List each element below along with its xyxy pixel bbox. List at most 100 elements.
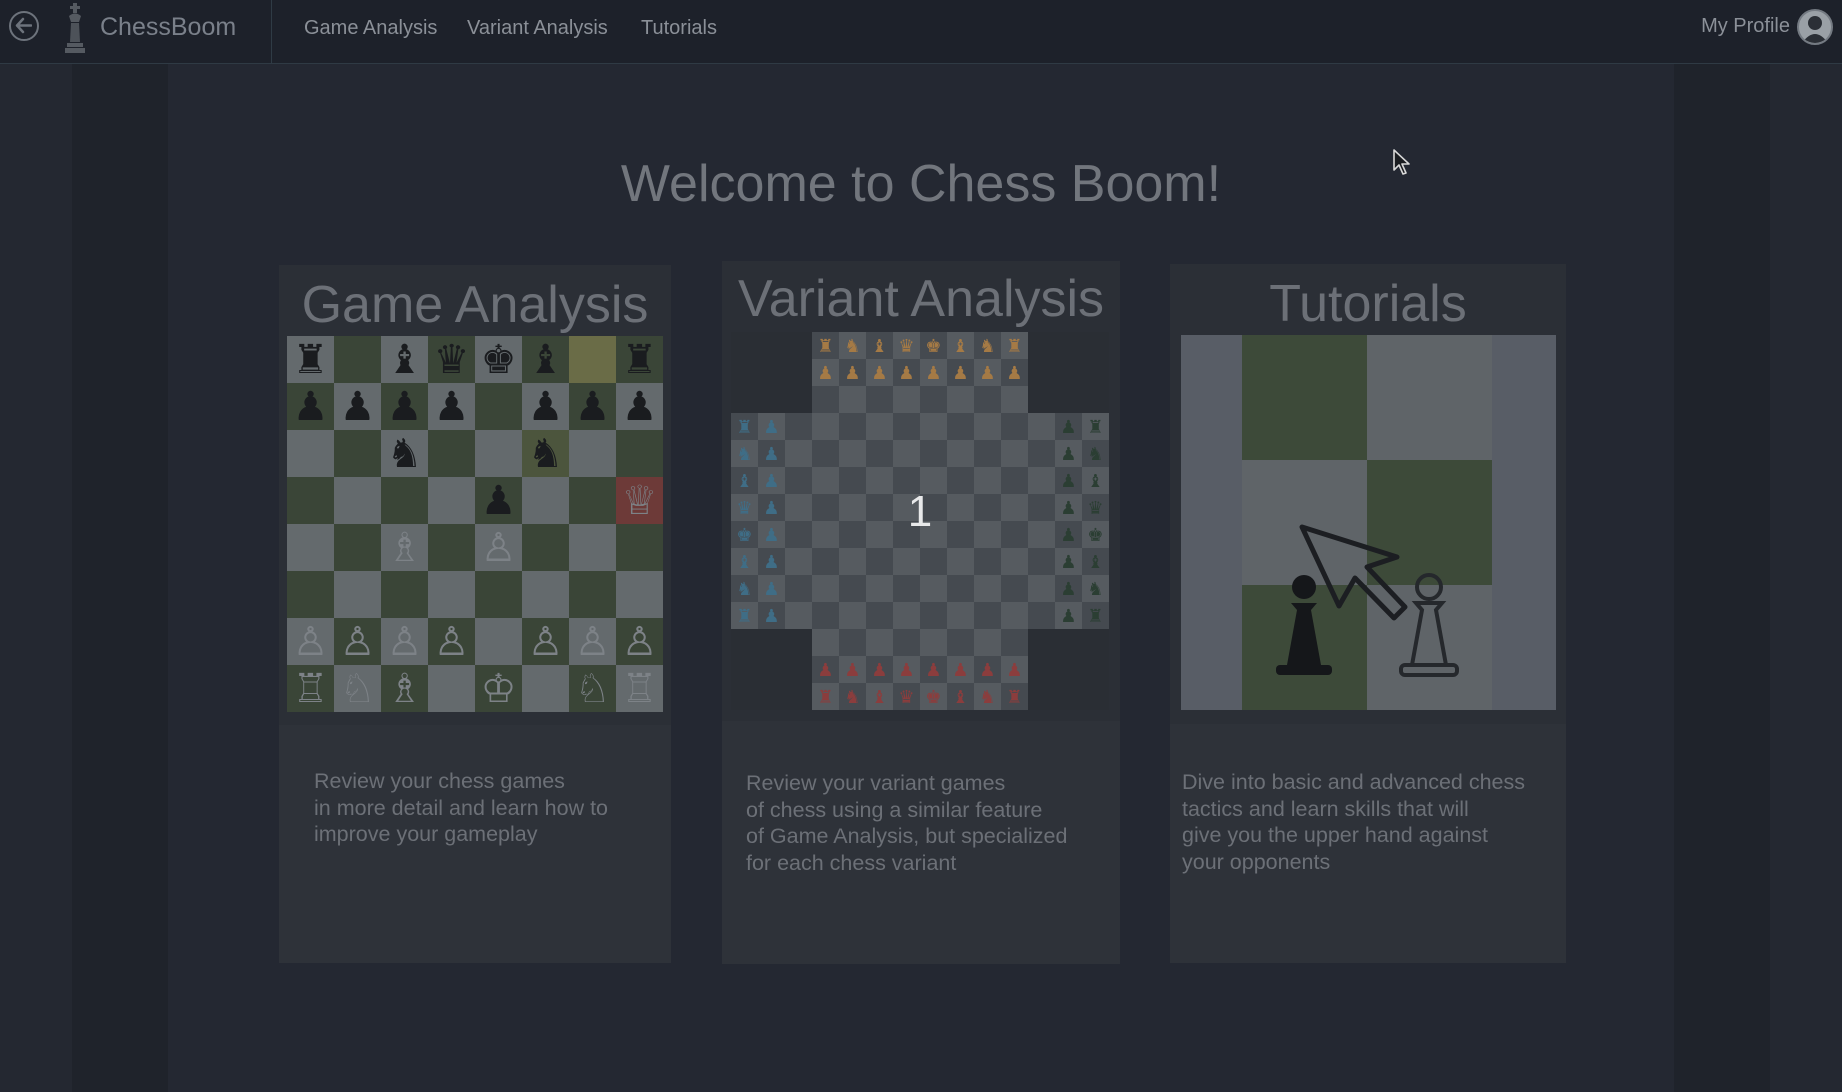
board-cell: ♛ [893,683,920,710]
board-cell [758,656,785,683]
board-cell [785,629,812,656]
board-cell [731,656,758,683]
chess-piece-icon: ♟ [763,416,780,437]
chess-piece-icon: ♝ [1087,551,1104,572]
background-band-right-outer [1770,64,1842,1092]
board-cell: ♟ [947,656,974,683]
chess-piece-icon: ♟ [871,362,888,383]
board-square [475,618,522,665]
nav-link-tutorials[interactable]: Tutorials [641,17,717,40]
board-cell: ♞ [1082,575,1109,602]
board-cell: ♞ [1082,440,1109,467]
board-square: ♙ [334,618,381,665]
board-square: ♟ [569,383,616,430]
board-cell [893,386,920,413]
board-square [616,524,663,571]
board-cell [893,440,920,467]
board-cell [1001,440,1028,467]
board-cell [1028,548,1055,575]
board-cell [1082,359,1109,386]
variant-analysis-card[interactable]: Variant Analysis ♜ ♞ ♝ ♛ ♚ ♝ ♞ ♜ ♟ ♟ ♟ ♟ ♟ ♟ ♟ ♟ ♜ ♟ ♟ ♜ ♞ ♟ ♟… [722,261,1120,964]
background-band-right-inner [1674,64,1770,1092]
board-cell: ♝ [947,332,974,359]
board-cell [812,386,839,413]
board-cell [893,602,920,629]
board-cell [1028,683,1055,710]
board-square [428,665,475,712]
board-cell [974,629,1001,656]
board-cell: ♟ [839,359,866,386]
chess-piece-icon: ♝ [527,337,564,382]
board-cell [1082,656,1109,683]
board-square: ♙ [616,618,663,665]
chess-piece-icon: ♕ [621,478,658,523]
user-avatar-icon[interactable] [1797,9,1833,45]
board-cell: ♟ [974,656,1001,683]
nav-link-variant-analysis[interactable]: Variant Analysis [467,17,608,40]
board-square: ♞ [522,430,569,477]
board-square [522,524,569,571]
board-square [381,571,428,618]
chess-piece-icon: ♝ [952,686,969,707]
game-analysis-card[interactable]: Game Analysis ♜ ♝ ♛ ♚ ♝ ♜ ♟ ♟ ♟ ♟ ♟ ♟ ♟ ♞ ♞ ♟ ♕ ♗ ♙ ♙ ♙ ♙ ♙ ♙ ♙ ♙… [279,265,671,963]
board-cell [812,548,839,575]
board-square: ♟ [287,383,334,430]
board-cell [785,359,812,386]
board-cell: ♜ [812,683,839,710]
board-square: ♜ [287,336,334,383]
board-cell [758,359,785,386]
board-cell [893,629,920,656]
board-square [569,571,616,618]
board-cell [1082,629,1109,656]
nav-link-game-analysis[interactable]: Game Analysis [304,17,437,40]
board-square: ♙ [569,618,616,665]
white-pawn-icon [1399,573,1459,677]
board-cell [974,602,1001,629]
board-cell: ♟ [1055,548,1082,575]
board-cell [785,548,812,575]
chess-piece-icon: ♝ [871,335,888,356]
board-square [475,430,522,477]
chess-piece-icon: ♛ [898,686,915,707]
chess-piece-icon: ♜ [1087,605,1104,626]
board-square: ♙ [381,618,428,665]
chess-piece-icon: ♟ [1060,551,1077,572]
board-cell: ♞ [974,683,1001,710]
board-square: ♙ [287,618,334,665]
board-square: ♞ [381,430,428,477]
board-cell [1028,602,1055,629]
chess-piece-icon: ♞ [979,686,996,707]
board-cell: ♟ [1055,575,1082,602]
chess-piece-icon: ♟ [763,578,780,599]
board-cell [866,575,893,602]
board-cell: ♟ [920,359,947,386]
brand-name[interactable]: ChessBoom [100,13,236,42]
board-cell [947,629,974,656]
board-square: ♜ [616,336,663,383]
tutorials-card[interactable]: Tutorials Dive into basic and advanced c… [1170,264,1566,963]
board-cell: ♞ [731,440,758,467]
board-cell [1001,386,1028,413]
board-cell [1001,575,1028,602]
board-cell: ♝ [866,683,893,710]
board-cell [947,413,974,440]
board-square [522,665,569,712]
back-button[interactable] [9,11,39,41]
chess-piece-icon: ♞ [527,431,564,476]
chess-piece-icon: ♜ [736,416,753,437]
board-square: ♚ [475,336,522,383]
board-cell: ♝ [731,548,758,575]
board-cell [947,440,974,467]
tutorial-cursor-icon [1299,524,1408,621]
board-cell [1055,629,1082,656]
board-cell [839,440,866,467]
chess-piece-icon: ♟ [763,443,780,464]
board-cell: ♚ [920,683,947,710]
chess-piece-icon: ♝ [736,551,753,572]
board-cell: ♟ [839,656,866,683]
board-square [287,524,334,571]
board-cell: ♜ [1082,413,1109,440]
chess-piece-icon: ♞ [844,335,861,356]
my-profile-link[interactable]: My Profile [1701,15,1790,38]
board-cell: ♟ [893,656,920,683]
